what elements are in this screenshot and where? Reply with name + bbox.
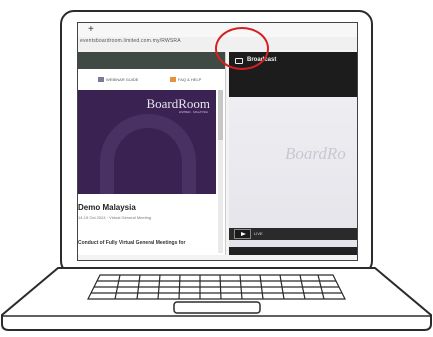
trackpad	[173, 301, 261, 314]
laptop-base	[0, 267, 432, 331]
laptop-illustration: + eventsboardroom.limited.com.my/RWSRA W…	[0, 0, 433, 337]
